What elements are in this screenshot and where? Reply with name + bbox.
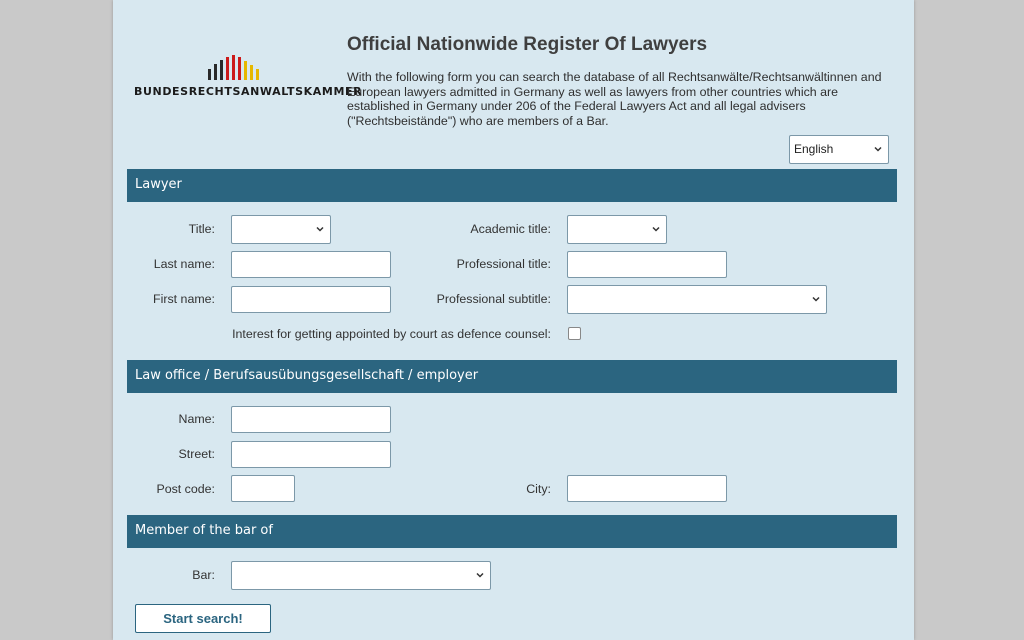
start-search-button[interactable]: Start search! [135, 604, 271, 633]
chevron-down-icon [874, 146, 882, 152]
register-page: BUNDESRECHTSANWALTSKAMMER Official Natio… [113, 0, 914, 640]
intro-text: With the following form you can search t… [347, 70, 882, 128]
section-office-header: Law office / Berufsausübungsgesellschaft… [127, 360, 897, 393]
title-label: Title: [188, 222, 215, 236]
section-lawyer-header: Lawyer [127, 169, 897, 202]
academic-title-label: Academic title: [470, 222, 551, 236]
chevron-down-icon [476, 572, 484, 578]
page-title: Official Nationwide Register Of Lawyers [347, 34, 708, 55]
professional-title-label: Professional title: [456, 257, 551, 271]
city-label: City: [526, 482, 551, 496]
academic-title-select[interactable] [567, 215, 667, 244]
bar-label: Bar: [192, 568, 215, 582]
section-bar-header: Member of the bar of [127, 515, 897, 548]
post-code-input[interactable] [231, 475, 295, 502]
office-name-label: Name: [178, 412, 216, 426]
professional-subtitle-label: Professional subtitle: [436, 292, 551, 306]
language-select[interactable]: English [789, 135, 889, 164]
professional-subtitle-select[interactable] [567, 285, 827, 314]
logo-wordmark: BUNDESRECHTSANWALTSKAMMER [134, 85, 363, 98]
street-input[interactable] [231, 441, 391, 468]
last-name-label: Last name: [153, 257, 215, 271]
bar-select[interactable] [231, 561, 491, 590]
title-select[interactable] [231, 215, 331, 244]
last-name-input[interactable] [231, 251, 391, 278]
language-select-value: English [794, 142, 834, 156]
defence-counsel-checkbox[interactable] [568, 327, 581, 340]
chevron-down-icon [316, 226, 324, 232]
logo-bars-icon [208, 55, 259, 80]
post-code-label: Post code: [156, 482, 215, 496]
defence-counsel-label: Interest for getting appointed by court … [232, 327, 551, 341]
brak-logo: BUNDESRECHTSANWALTSKAMMER [133, 55, 362, 100]
city-input[interactable] [567, 475, 727, 502]
street-label: Street: [178, 447, 215, 461]
office-name-input[interactable] [231, 406, 391, 433]
professional-title-input[interactable] [567, 251, 727, 278]
chevron-down-icon [652, 226, 660, 232]
first-name-label: First name: [153, 292, 215, 306]
first-name-input[interactable] [231, 286, 391, 313]
chevron-down-icon [812, 296, 820, 302]
